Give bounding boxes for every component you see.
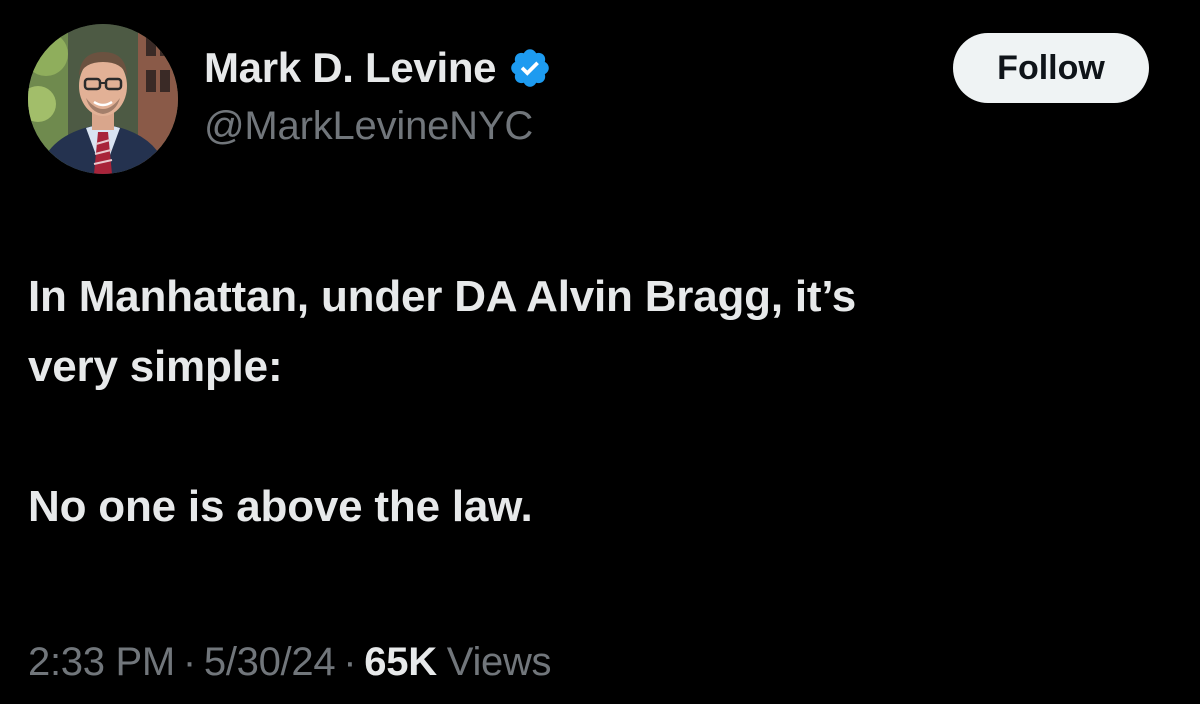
author-handle[interactable]: @MarkLevineNYC xyxy=(204,104,552,149)
tweet-text-paragraph-1: In Manhattan, under DA Alvin Bragg, it’s… xyxy=(28,272,857,391)
follow-button[interactable]: Follow xyxy=(953,33,1149,103)
author-name-row: Mark D. Levine xyxy=(204,42,552,94)
verified-badge-icon[interactable] xyxy=(508,46,552,90)
tweet-meta: 2:33 PM · 5/30/24 · 65K Views xyxy=(28,640,552,685)
tweet-time[interactable]: 2:33 PM xyxy=(28,640,175,685)
tweet-text: In Manhattan, under DA Alvin Bragg, it’s… xyxy=(28,262,1168,542)
views-count: 65K xyxy=(364,640,437,684)
verified-badge-svg xyxy=(511,49,550,87)
tweet-date[interactable]: 5/30/24 xyxy=(204,640,336,685)
author-block: Mark D. Levine @MarkLevineNYC xyxy=(204,42,552,149)
tweet-text-paragraph-2: No one is above the law. xyxy=(28,482,533,531)
avatar[interactable] xyxy=(28,24,178,174)
avatar-image xyxy=(28,24,178,174)
meta-separator: · xyxy=(343,640,357,684)
views-label: Views xyxy=(446,640,552,684)
author-display-name[interactable]: Mark D. Levine xyxy=(204,44,497,92)
meta-separator: · xyxy=(182,640,196,684)
tweet-text-spacer xyxy=(28,402,1168,472)
tweet-card: Mark D. Levine @MarkLevineNYC Follow In … xyxy=(0,0,1200,704)
